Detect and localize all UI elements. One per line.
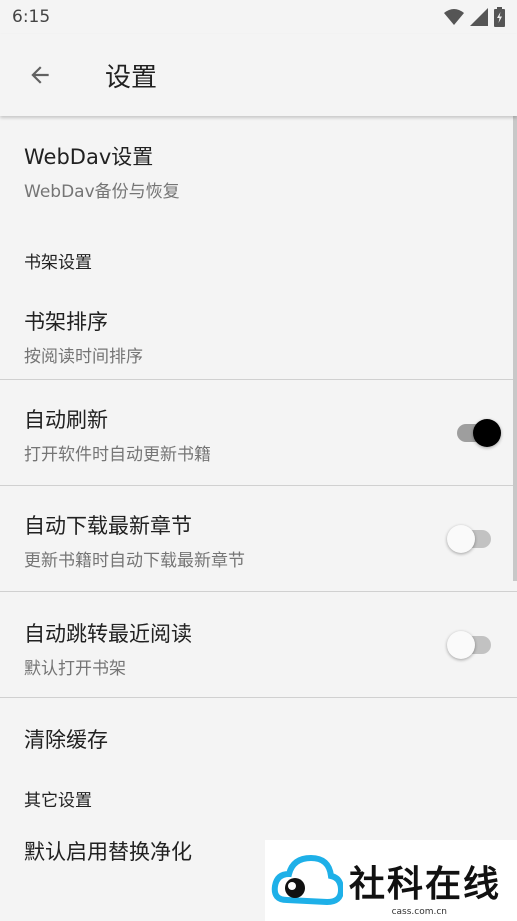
switch-thumb bbox=[473, 419, 501, 447]
pref-bookshelf-sort[interactable]: 书架排序 按阅读时间排序 bbox=[0, 274, 517, 379]
wifi-icon bbox=[444, 9, 464, 25]
switch-thumb bbox=[447, 631, 475, 659]
settings-list: WebDav设置 WebDav备份与恢复 书架设置 书架排序 按阅读时间排序 自… bbox=[0, 116, 517, 921]
cloud-eye-logo bbox=[271, 854, 343, 905]
pref-bookshelf-sort-title: 书架排序 bbox=[24, 310, 108, 334]
status-icons bbox=[444, 7, 505, 27]
switch-thumb bbox=[447, 525, 475, 553]
pref-webdav-title: WebDav设置 bbox=[24, 145, 154, 169]
watermark-text: 社科在线 bbox=[349, 862, 502, 905]
auto-download-switch[interactable] bbox=[447, 525, 491, 553]
pref-auto-download-summary: 更新书籍时自动下载最新章节 bbox=[24, 551, 245, 571]
status-bar: 6:15 bbox=[0, 0, 517, 34]
arrow-left-icon bbox=[31, 66, 49, 84]
pref-auto-jump-summary: 默认打开书架 bbox=[24, 659, 126, 679]
auto-refresh-switch[interactable] bbox=[457, 419, 501, 447]
pref-auto-refresh-summary: 打开软件时自动更新书籍 bbox=[24, 445, 211, 465]
status-time: 6:15 bbox=[12, 7, 51, 27]
back-button[interactable] bbox=[0, 34, 80, 116]
battery-charging-icon bbox=[494, 7, 505, 27]
pref-auto-refresh-title: 自动刷新 bbox=[24, 408, 108, 432]
toolbar: 设置 bbox=[0, 34, 517, 116]
watermark: 社科在线 cass.com.cn bbox=[265, 840, 517, 921]
pref-auto-download-title: 自动下载最新章节 bbox=[24, 514, 192, 538]
pref-clear-cache[interactable]: 清除缓存 bbox=[0, 698, 517, 778]
pref-auto-jump-title: 自动跳转最近阅读 bbox=[24, 622, 192, 646]
category-other: 其它设置 bbox=[24, 791, 92, 811]
pref-webdav[interactable]: WebDav设置 WebDav备份与恢复 bbox=[0, 116, 517, 224]
auto-jump-switch[interactable] bbox=[447, 631, 491, 659]
pref-clear-cache-title: 清除缓存 bbox=[24, 728, 108, 752]
watermark-url: cass.com.cn bbox=[391, 907, 447, 917]
scrollbar[interactable] bbox=[513, 116, 517, 581]
cell-signal-icon bbox=[470, 8, 488, 26]
pref-auto-download[interactable]: 自动下载最新章节 更新书籍时自动下载最新章节 bbox=[0, 486, 517, 591]
pref-webdav-summary: WebDav备份与恢复 bbox=[24, 182, 180, 202]
category-bookshelf: 书架设置 bbox=[24, 253, 92, 273]
pref-bookshelf-sort-summary: 按阅读时间排序 bbox=[24, 347, 143, 367]
pref-auto-refresh[interactable]: 自动刷新 打开软件时自动更新书籍 bbox=[0, 380, 517, 485]
page-title: 设置 bbox=[105, 62, 158, 93]
pref-auto-jump[interactable]: 自动跳转最近阅读 默认打开书架 bbox=[0, 592, 517, 697]
